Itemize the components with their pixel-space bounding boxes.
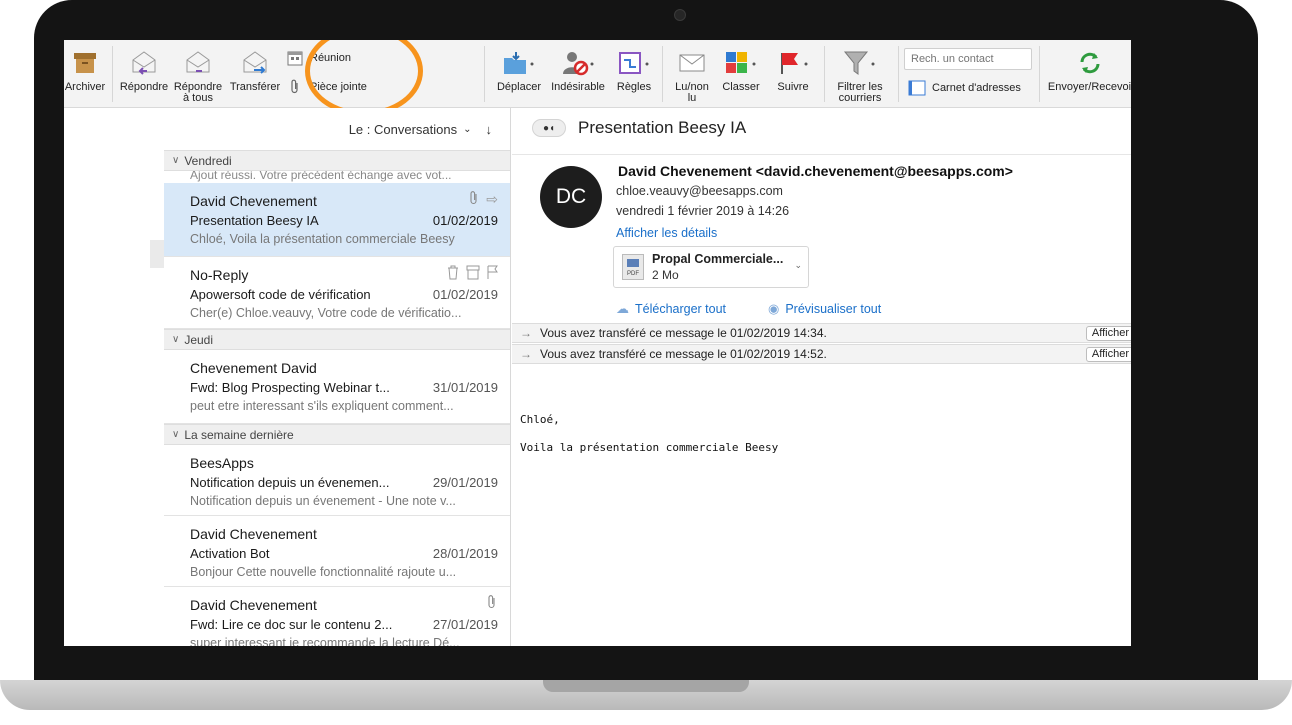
paperclip-icon xyxy=(286,78,304,96)
chevron-down-icon: ∨ xyxy=(172,429,180,440)
categories-icon xyxy=(724,48,758,78)
sender-address[interactable]: David Chevenement <david.chevenement@bee… xyxy=(618,163,1013,179)
ribbon-separator xyxy=(1039,46,1040,102)
show-forwarded-button[interactable]: Afficher xyxy=(1085,326,1131,341)
message-date: vendredi 1 février 2019 à 14:26 xyxy=(616,204,790,218)
flag-icon[interactable] xyxy=(486,265,498,283)
reply-all-envelope-icon xyxy=(181,48,215,78)
forwarded-notice: → Vous avez transféré ce message le 01/0… xyxy=(512,344,1131,364)
header-divider xyxy=(512,154,1131,155)
send-receive-button[interactable]: Envoyer/Recevoi xyxy=(1048,48,1131,93)
reply-all-button[interactable]: Répondre à tous xyxy=(172,48,224,104)
categorize-button[interactable]: Classer xyxy=(716,48,766,93)
laptop-notch xyxy=(543,680,749,692)
clipped-preview: Ajout réussi. Votre précédent échange av… xyxy=(190,171,452,182)
arrow-right-icon: → xyxy=(520,347,532,361)
avatar: DC xyxy=(540,166,602,228)
move-button[interactable]: Déplacer xyxy=(492,48,546,93)
chevron-down-icon: ∨ xyxy=(172,334,180,345)
contact-search-input[interactable] xyxy=(904,48,1032,70)
move-folder-icon xyxy=(502,48,536,78)
chevron-down-icon[interactable]: ⌄ xyxy=(794,260,802,271)
filter-button[interactable]: Filtrer les courriers xyxy=(828,48,892,104)
reply-button[interactable]: Répondre xyxy=(114,48,174,93)
group-header-friday[interactable]: ∨ Vendredi xyxy=(164,150,510,171)
list-item[interactable]: ⇨ David Chevenement Presentation Beesy I… xyxy=(164,183,510,257)
archive-box-icon xyxy=(68,48,102,78)
ribbon-toolbar: Archiver Répondre Répondre à tous Transf… xyxy=(64,40,1131,116)
reading-pane: ●◖ Presentation Beesy IA DC David Cheven… xyxy=(512,108,1131,646)
outlook-window: Archiver Répondre Répondre à tous Transf… xyxy=(64,40,1131,646)
recipient-address[interactable]: chloe.veauvy@beesapps.com xyxy=(616,184,783,198)
conversation-icon[interactable]: ●◖ xyxy=(532,119,566,137)
paperclip-icon xyxy=(486,595,498,612)
chevron-down-icon: ∨ xyxy=(172,155,180,166)
list-item[interactable]: David Chevenement Activation Bot 28/01/20… xyxy=(164,516,510,587)
block-sender-icon xyxy=(561,48,595,78)
address-book-icon xyxy=(908,79,926,97)
archive-button[interactable]: Archiver xyxy=(64,48,106,93)
address-book-button[interactable]: Carnet d'adresses xyxy=(908,79,1021,97)
sync-arrows-icon xyxy=(1073,48,1107,78)
arrow-right-icon: → xyxy=(520,326,532,340)
flag-icon xyxy=(776,48,810,78)
list-item[interactable]: No-Reply Apowersoft code de vérification… xyxy=(164,257,510,329)
ribbon-separator xyxy=(112,46,113,102)
attachment-card[interactable]: PDF Propal Commerciale... 2 Mo ⌄ xyxy=(613,246,809,288)
cloud-download-icon: ☁ xyxy=(616,301,629,316)
message-body: Chloé, Voila la présentation commerciale… xyxy=(520,413,779,454)
show-forwarded-button[interactable]: Afficher xyxy=(1085,347,1131,362)
laptop-mockup: Archiver Répondre Répondre à tous Transf… xyxy=(0,0,1292,725)
ribbon-separator xyxy=(484,46,485,102)
rules-icon xyxy=(617,48,651,78)
ribbon-separator xyxy=(898,46,899,102)
forward-envelope-icon xyxy=(238,48,272,78)
folder-selection-hint xyxy=(150,240,164,268)
trash-icon[interactable] xyxy=(446,265,460,283)
junk-button[interactable]: Indésirable xyxy=(546,48,610,93)
sort-control[interactable]: Le : Conversations ⌄ ↓ xyxy=(164,108,510,150)
folder-pane-edge xyxy=(64,108,164,646)
sort-direction-icon[interactable]: ↓ xyxy=(486,122,493,137)
ribbon-separator xyxy=(824,46,825,102)
forward-highlight-circle xyxy=(305,40,423,116)
list-item[interactable]: David Chevenement Fwd: Lire ce doc sur l… xyxy=(164,587,510,646)
message-subject: ●◖ Presentation Beesy IA xyxy=(532,118,746,138)
rules-button[interactable]: Règles xyxy=(612,48,656,93)
group-header-last-week[interactable]: ∨ La semaine dernière xyxy=(164,424,510,445)
camera-icon xyxy=(674,9,686,21)
eye-icon: ◉ xyxy=(768,301,780,316)
archive-icon[interactable] xyxy=(466,265,480,283)
ribbon-separator xyxy=(662,46,663,102)
group-header-thursday[interactable]: ∨ Jeudi xyxy=(164,329,510,350)
reply-envelope-icon xyxy=(127,48,161,78)
forward-button[interactable]: Transférer xyxy=(224,48,286,93)
envelope-icon xyxy=(675,48,709,78)
calendar-icon xyxy=(286,49,304,67)
paperclip-icon xyxy=(468,191,480,208)
forwarded-notice: → Vous avez transféré ce message le 01/0… xyxy=(512,323,1131,343)
forwarded-arrow-icon: ⇨ xyxy=(486,191,498,207)
download-all-link[interactable]: ☁ Télécharger tout xyxy=(616,301,726,317)
show-details-link[interactable]: Afficher les détails xyxy=(616,226,717,240)
read-unread-button[interactable]: Lu/non lu xyxy=(668,48,716,104)
chevron-down-icon: ⌄ xyxy=(463,123,472,135)
funnel-icon xyxy=(843,48,877,78)
pdf-file-icon: PDF xyxy=(622,254,644,280)
list-item[interactable]: BeesApps Notification depuis un évenemen… xyxy=(164,445,510,516)
preview-all-link[interactable]: ◉ Prévisualiser tout xyxy=(768,301,881,317)
message-list: Le : Conversations ⌄ ↓ ∨ Vendredi Ajout … xyxy=(164,108,511,646)
follow-up-button[interactable]: Suivre xyxy=(768,48,818,93)
list-item[interactable]: Chevenement David Fwd: Blog Prospecting … xyxy=(164,350,510,424)
